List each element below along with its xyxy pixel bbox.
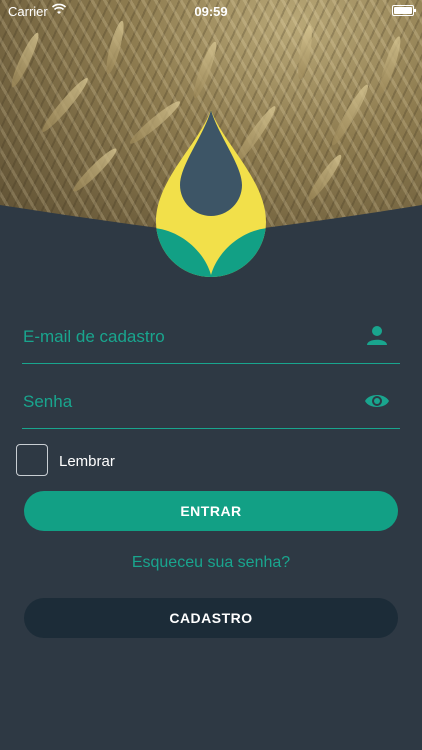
password-placeholder: Senha	[23, 392, 73, 411]
battery-icon	[392, 5, 416, 16]
email-field[interactable]: E-mail de cadastro	[22, 303, 400, 364]
person-icon	[367, 326, 387, 345]
status-bar: Carrier 09:59	[0, 0, 422, 22]
login-button[interactable]: ENTRAR	[24, 491, 398, 531]
remember-label: Lembrar	[59, 453, 115, 470]
email-placeholder: E-mail de cadastro	[23, 327, 165, 346]
remember-checkbox[interactable]	[16, 444, 48, 476]
eye-icon[interactable]	[364, 388, 390, 414]
forgot-password-link[interactable]: Esqueceu sua senha?	[0, 554, 422, 572]
register-button[interactable]: CADASTRO	[24, 598, 398, 638]
clock: 09:59	[194, 4, 228, 19]
app-logo-droplet	[156, 110, 266, 277]
password-field[interactable]: Senha	[22, 368, 400, 429]
